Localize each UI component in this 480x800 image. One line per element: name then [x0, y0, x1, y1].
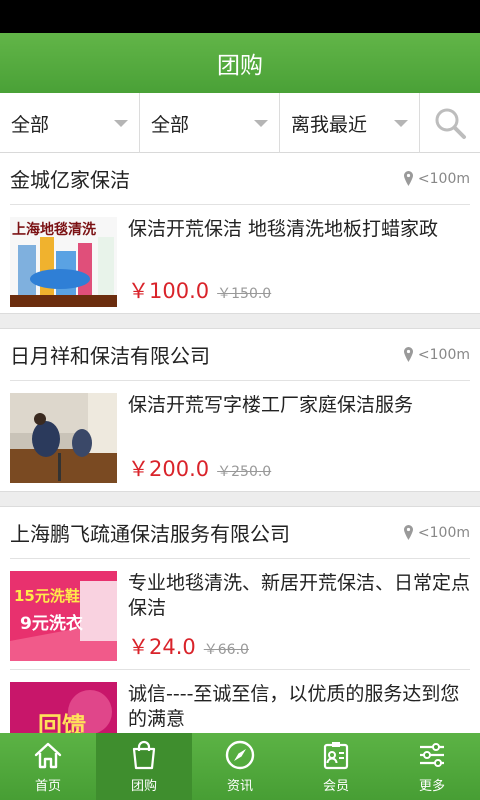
tab-label: 首页: [34, 779, 61, 794]
shop-card: 金城亿家保洁 <100m 上海地毯清洗 保洁开荒保洁 地毯清洗地板打蜡家政 ￥1…: [0, 153, 480, 314]
tab-more[interactable]: 更多: [384, 733, 480, 800]
deal-title: 保洁开荒保洁 地毯清洗地板打蜡家政: [128, 218, 439, 240]
tab-label: 团购: [130, 779, 157, 794]
deal-thumbnail: 15元洗鞋 9元洗衣: [10, 571, 117, 661]
tab-member[interactable]: 会员: [288, 733, 384, 800]
deal-item[interactable]: 回馈 诚信----至诚至信，以优质的服务达到您的满意: [10, 669, 470, 733]
thumbnail-caption: 回馈: [38, 712, 86, 733]
deal-prices: ￥24.0 ￥66.0: [128, 631, 249, 661]
shop-card: 上海鹏飞疏通保洁服务有限公司 <100m 15元洗鞋 9元洗衣 专业地毯清洗、新…: [0, 506, 480, 733]
shop-name: 金城亿家保洁: [10, 168, 130, 192]
deal-original-price: ￥150.0: [217, 286, 272, 302]
shop-header[interactable]: 日月祥和保洁有限公司 <100m: [10, 329, 470, 381]
tab-label: 会员: [322, 779, 349, 794]
deal-price: ￥24.0: [128, 635, 196, 659]
deal-title: 诚信----至诚至信，以优质的服务达到您的满意: [128, 683, 460, 730]
shop-name: 日月祥和保洁有限公司: [10, 344, 210, 368]
shop-header[interactable]: 金城亿家保洁 <100m: [10, 153, 470, 205]
deal-title: 专业地毯清洗、新居开荒保洁、日常定点保洁: [128, 572, 471, 619]
deal-thumbnail: 上海地毯清洗: [10, 217, 117, 307]
deal-info: 保洁开荒保洁 地毯清洗地板打蜡家政 ￥100.0 ￥150.0: [128, 217, 470, 303]
location-pin-icon: [403, 171, 413, 186]
deal-prices: ￥200.0 ￥250.0: [128, 453, 271, 483]
status-bar: [0, 0, 480, 33]
shop-name: 上海鹏飞疏通保洁服务有限公司: [10, 522, 290, 546]
deal-title: 保洁开荒写字楼工厂家庭保洁服务: [128, 394, 414, 416]
filter-area-dropdown[interactable]: 全部: [140, 93, 280, 153]
page-header: 团购: [0, 33, 480, 93]
deal-item[interactable]: 15元洗鞋 9元洗衣 专业地毯清洗、新居开荒保洁、日常定点保洁 ￥24.0 ￥6…: [0, 559, 480, 669]
home-icon: [34, 742, 62, 769]
filter-category-dropdown[interactable]: 全部: [0, 93, 140, 153]
thumbnail-caption: 15元洗鞋: [14, 587, 80, 605]
location-pin-icon: [403, 525, 413, 540]
search-icon: [435, 108, 466, 139]
deal-price: ￥200.0: [128, 457, 210, 481]
deal-original-price: ￥66.0: [203, 642, 249, 658]
deal-info: 诚信----至诚至信，以优质的服务达到您的满意: [128, 682, 470, 733]
bag-icon: [132, 740, 156, 770]
page-title: 团购: [217, 53, 263, 79]
compass-icon: [225, 740, 255, 770]
deal-info: 保洁开荒写字楼工厂家庭保洁服务 ￥200.0 ￥250.0: [128, 393, 470, 481]
deal-thumbnail: [10, 393, 117, 483]
deal-info: 专业地毯清洗、新居开荒保洁、日常定点保洁 ￥24.0 ￥66.0: [128, 571, 471, 659]
distance: <100m: [403, 346, 470, 363]
dropdown-arrow-icon: [114, 120, 128, 127]
location-pin-icon: [403, 347, 413, 362]
distance-text: <100m: [417, 170, 470, 187]
thumbnail-caption: 上海地毯清洗: [12, 222, 96, 238]
shop-header[interactable]: 上海鹏飞疏通保洁服务有限公司 <100m: [10, 507, 470, 559]
deal-thumbnail: 回馈: [10, 682, 117, 733]
filter-sort-label: 离我最近: [291, 113, 368, 136]
deal-item[interactable]: 上海地毯清洗 保洁开荒保洁 地毯清洗地板打蜡家政 ￥100.0 ￥150.0: [0, 205, 480, 313]
distance: <100m: [403, 524, 470, 541]
filter-bar: 全部 全部 离我最近: [0, 93, 480, 153]
tab-group-buy[interactable]: 团购: [96, 733, 192, 800]
dropdown-arrow-icon: [254, 120, 268, 127]
filter-area-label: 全部: [151, 113, 190, 136]
tab-label: 更多: [418, 779, 445, 794]
bottom-tab-bar: 首页 团购 资讯 会员 更多: [0, 733, 480, 800]
member-card-icon: [323, 742, 349, 770]
shop-card: 日月祥和保洁有限公司 <100m 保洁开荒写字楼工厂家庭保洁服务 ￥200.0 …: [0, 328, 480, 492]
distance-text: <100m: [417, 346, 470, 363]
deal-original-price: ￥250.0: [217, 464, 272, 480]
tab-home[interactable]: 首页: [0, 733, 96, 800]
filter-category-label: 全部: [11, 113, 50, 136]
filter-sort-dropdown[interactable]: 离我最近: [280, 93, 420, 153]
deal-list: 金城亿家保洁 <100m 上海地毯清洗 保洁开荒保洁 地毯清洗地板打蜡家政 ￥1…: [0, 153, 480, 733]
thumbnail-caption: 9元洗衣: [20, 614, 83, 634]
tab-news[interactable]: 资讯: [192, 733, 288, 800]
dropdown-arrow-icon: [394, 120, 408, 127]
distance: <100m: [403, 170, 470, 187]
sliders-icon: [420, 743, 444, 767]
deal-price: ￥100.0: [128, 279, 210, 303]
distance-text: <100m: [417, 524, 470, 541]
search-button[interactable]: [420, 93, 480, 153]
deal-prices: ￥100.0 ￥150.0: [128, 275, 271, 305]
tab-label: 资讯: [226, 779, 253, 794]
deal-item[interactable]: 保洁开荒写字楼工厂家庭保洁服务 ￥200.0 ￥250.0: [0, 381, 480, 491]
